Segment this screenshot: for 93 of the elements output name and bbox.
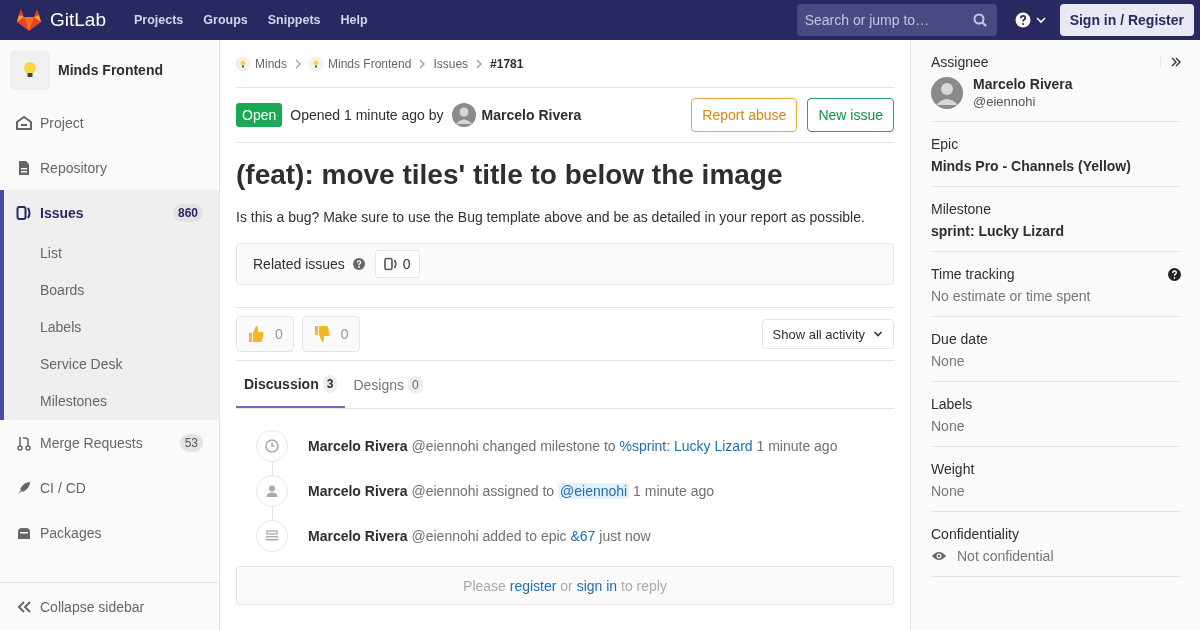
avatar-icon — [931, 76, 963, 109]
search-field[interactable]: Search or jump to… — [796, 4, 997, 36]
block-label: Confidentiality — [931, 526, 1019, 542]
block-label: Milestone — [931, 201, 991, 217]
block-value: No estimate or time spent — [931, 288, 1092, 304]
new-issue-button[interactable]: New issue — [807, 98, 894, 132]
count-badge: 3 — [322, 374, 338, 393]
caret-icon — [1035, 16, 1046, 24]
count-badge: 53 — [179, 433, 203, 452]
merge-icon — [16, 434, 32, 451]
sidebar-item[interactable]: CI / CD — [0, 465, 219, 510]
eye-icon — [931, 550, 947, 562]
sidebar-item[interactable]: Repository — [0, 145, 219, 190]
sidebar-subitem[interactable]: Milestones — [4, 383, 219, 420]
activity-note: Marcelo Rivera @eiennohi changed milestone to %sprint: Lucky Lizard 1 minute ago — [308, 437, 838, 454]
nav-link[interactable]: Projects — [134, 13, 184, 27]
block-label: Epic — [931, 136, 959, 152]
chevron-icon — [295, 58, 301, 69]
thumbs-up-icon — [247, 324, 265, 344]
epic-icon — [264, 527, 280, 544]
tab[interactable]: Discussion 3 — [236, 361, 346, 408]
block-value: Not confidential — [957, 548, 1054, 564]
activity-note: Marcelo Rivera @eiennohi assigned to @eiennohi 1 minute ago — [308, 482, 715, 499]
issues-icon — [16, 204, 32, 221]
block-value: sprint: Lucky Lizard — [931, 223, 1066, 239]
assignee-username: @eiennohi — [973, 94, 1037, 109]
status-badge: Open — [236, 103, 283, 127]
collapse-sidebar-button[interactable]: Collapse sidebar — [0, 582, 219, 630]
sidebar-subitem[interactable]: Labels — [4, 309, 219, 346]
block-value: None — [931, 418, 966, 434]
house-icon — [16, 114, 32, 131]
help-icon — [1168, 267, 1181, 281]
breadcrumb-link[interactable]: Issues — [433, 56, 469, 71]
note-link[interactable]: &67 — [570, 527, 596, 544]
reply-prompt: Please register or sign in to reply — [236, 566, 894, 605]
note-link[interactable]: %sprint: Lucky Lizard — [619, 437, 753, 454]
author-link[interactable]: Marcelo Rivera — [481, 107, 582, 123]
help-icon — [1014, 12, 1031, 28]
assignee-name[interactable]: Marcelo Rivera — [973, 76, 1073, 92]
report-abuse-button[interactable]: Report abuse — [691, 98, 798, 132]
sidebar-item[interactable]: Project — [0, 100, 219, 145]
search-icon — [972, 13, 987, 27]
thumbs-down-icon — [312, 324, 331, 344]
block-label: Time tracking — [931, 266, 1015, 282]
register-link[interactable]: register — [509, 577, 557, 594]
chevron-down-icon — [873, 330, 883, 338]
sign-in-link[interactable]: sign in — [576, 577, 618, 594]
help-icon — [352, 258, 365, 270]
sidebar-subitem[interactable]: List — [4, 235, 219, 272]
activity-note: Marcelo Rivera @eiennohi added to epic &67 just now — [308, 527, 651, 544]
breadcrumb-link[interactable]: #1781 — [490, 56, 524, 71]
sidebar-item[interactable]: Packages — [0, 510, 219, 555]
block-label: Weight — [931, 461, 975, 477]
clock-icon — [264, 437, 280, 454]
bulb-icon — [10, 50, 50, 90]
brand-name[interactable]: GitLab — [50, 9, 106, 31]
issues-icon — [383, 257, 398, 271]
double-chevron-icon — [1171, 57, 1181, 67]
bulb-icon — [309, 56, 323, 71]
sidebar-subitem[interactable]: Boards — [4, 272, 219, 309]
nav-link[interactable]: Snippets — [267, 13, 321, 27]
opened-text: Opened 1 minute ago by — [290, 107, 444, 123]
block-value: None — [931, 353, 966, 369]
sidebar-subitem[interactable]: Service Desk — [4, 346, 219, 383]
block-label: Labels — [931, 396, 973, 412]
issue-description: Is this a bug? Make sure to use the Bug template above and be as detailed in your report as possible. — [236, 209, 866, 225]
nav-link[interactable]: Help — [340, 13, 368, 27]
block-value: Minds Pro - Channels (Yellow) — [931, 158, 1132, 174]
double-chevron-icon — [16, 599, 32, 614]
related-issues-label: Related issues — [253, 256, 345, 272]
assignee-label: Assignee — [931, 54, 989, 70]
document-icon — [16, 159, 32, 176]
bulb-icon — [236, 56, 250, 71]
project-name[interactable]: Minds Frontend — [58, 62, 163, 78]
block-value: None — [931, 483, 966, 499]
count-badge: 860 — [172, 203, 203, 222]
sidebar-item[interactable]: Issues 860 — [4, 190, 219, 235]
count-badge: 0 — [408, 375, 423, 394]
avatar-icon — [451, 103, 476, 127]
issue-title: (feat): move tiles' title to below the image — [236, 159, 784, 191]
sign-in-button[interactable]: Sign in / Register — [1059, 4, 1194, 36]
breadcrumb-link[interactable]: Minds Frontend — [309, 56, 412, 71]
sidebar-item[interactable]: Merge Requests 53 — [0, 420, 219, 465]
fox-logo — [16, 8, 42, 32]
note-link[interactable]: @eiennohi — [558, 482, 630, 499]
breadcrumb-link[interactable]: Minds — [236, 56, 287, 71]
tab[interactable]: Designs 0 — [345, 361, 431, 408]
chevron-icon — [419, 58, 426, 69]
block-label: Due date — [931, 331, 988, 347]
issue-count-badge: 0 — [374, 250, 420, 278]
nav-link[interactable]: Groups — [203, 13, 248, 27]
activity-filter-dropdown[interactable]: Show all activity — [761, 319, 894, 349]
chevron-icon — [476, 58, 483, 69]
